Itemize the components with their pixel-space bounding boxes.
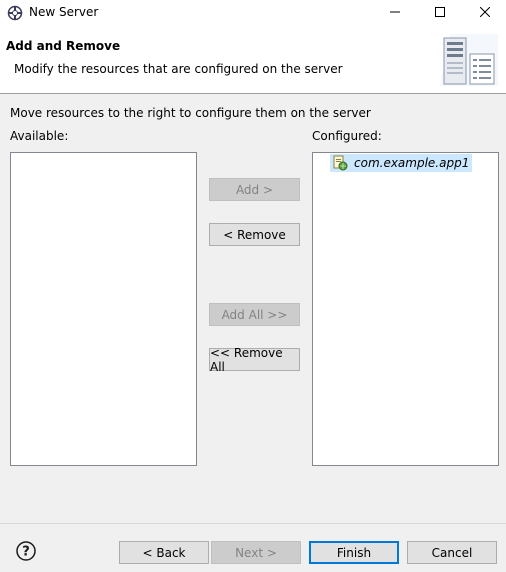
page-title: Add and Remove [6, 39, 121, 53]
window-title: New Server [29, 5, 99, 19]
next-button[interactable]: Next > [211, 541, 301, 564]
web-module-icon [332, 155, 348, 171]
configured-list[interactable]: com.example.app1 [312, 152, 499, 466]
configured-item-com-example-app1[interactable]: com.example.app1 [330, 154, 473, 172]
wizard-header: Add and Remove Modify the resources that… [0, 26, 506, 94]
remove-all-button[interactable]: << Remove All [209, 346, 300, 374]
add-all-button[interactable]: Add All >> [209, 303, 300, 326]
help-icon[interactable]: ? [16, 541, 36, 561]
footer-separator [0, 523, 506, 524]
cancel-button[interactable]: Cancel [407, 541, 497, 564]
remove-button[interactable]: < Remove [209, 223, 300, 246]
list-item-label: com.example.app1 [354, 156, 470, 170]
add-button[interactable]: Add > [209, 178, 300, 201]
available-label: Available: [10, 129, 69, 143]
close-button[interactable] [462, 0, 506, 26]
instruction-text: Move resources to the right to configure… [10, 106, 371, 120]
page-description: Modify the resources that are configured… [14, 62, 343, 76]
svg-text:?: ? [22, 545, 30, 560]
maximize-icon [435, 6, 445, 20]
finish-button[interactable]: Finish [309, 541, 399, 564]
available-list[interactable] [10, 152, 197, 466]
maximize-button[interactable] [417, 0, 463, 26]
server-graphic-icon [440, 34, 498, 86]
minimize-icon [390, 6, 400, 20]
back-button[interactable]: < Back [119, 541, 209, 564]
server-wizard-icon [7, 5, 23, 21]
configured-label: Configured: [312, 129, 382, 143]
minimize-button[interactable] [372, 0, 418, 26]
close-icon [479, 6, 491, 20]
title-bar: New Server [0, 0, 506, 26]
